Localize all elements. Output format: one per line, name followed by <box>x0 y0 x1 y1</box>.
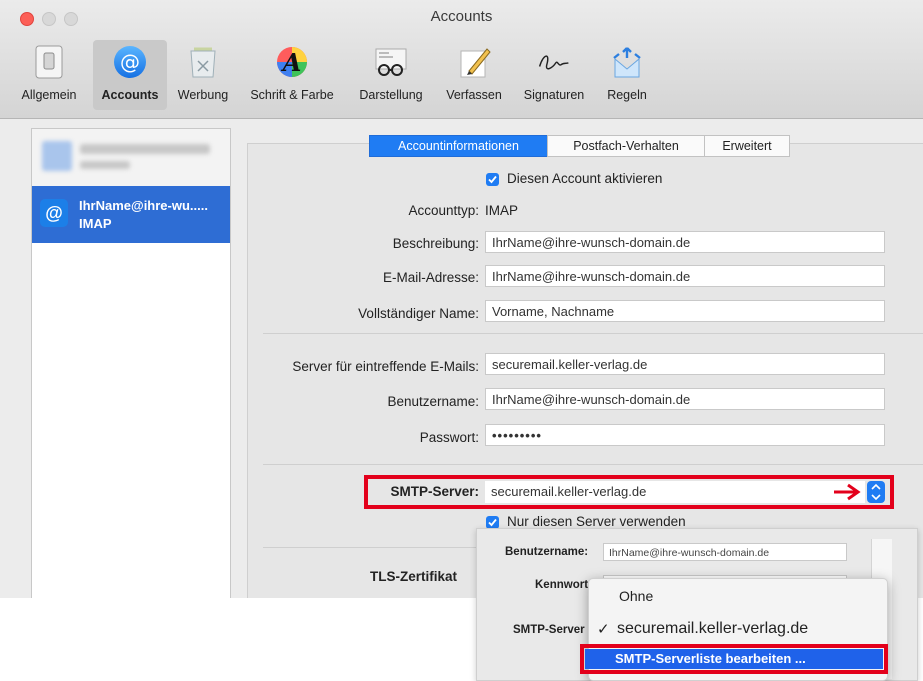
menu-item-ohne[interactable]: Ohne <box>589 588 887 604</box>
toolbar-item-werbung[interactable]: Werbung <box>168 40 238 110</box>
tab-erweitert[interactable]: Erweitert <box>704 135 790 157</box>
divider <box>263 333 923 334</box>
title-bar: Accounts Allgemein @ Accounts Werbung A … <box>0 0 923 119</box>
toolbar-label: Schrift & Farbe <box>250 88 334 102</box>
toolbar-item-schrift-farbe[interactable]: A Schrift & Farbe <box>240 40 344 110</box>
menu-highlight-box <box>580 644 888 674</box>
tls-certificate-label: TLS-Zertifikat <box>370 569 458 584</box>
smtp-server-select[interactable]: securemail.keller-verlag.de <box>485 481 865 503</box>
only-this-server-label: Nur diesen Server verwenden <box>507 514 686 529</box>
account-type: IMAP <box>79 216 112 231</box>
menu-item-label: securemail.keller-verlag.de <box>617 620 809 637</box>
smtp-popup-stepper[interactable] <box>867 481 885 503</box>
smtp-server-label: SMTP-Server: <box>390 484 479 499</box>
toolbar-item-darstellung[interactable]: Darstellung <box>346 40 436 110</box>
at-sign-icon: @ <box>112 44 148 80</box>
popup-smtp-label: SMTP-Server <box>513 624 585 636</box>
at-sign-icon: @ <box>40 199 68 227</box>
window-title: Accounts <box>430 8 493 25</box>
full-name-label: Vollständiger Name: <box>358 306 479 321</box>
popup-password-label: Kennwort <box>535 579 589 591</box>
username-label: Benutzername: <box>387 394 479 409</box>
toolbar-label: Allgemein <box>21 88 77 102</box>
toolbar-label: Werbung <box>177 88 229 102</box>
password-label: Passwort: <box>419 430 479 445</box>
svg-text:@: @ <box>120 50 140 74</box>
enable-account-label: Diesen Account aktivieren <box>507 171 663 186</box>
toolbar-label: Regeln <box>607 88 647 102</box>
preferences-window: Accounts Allgemein @ Accounts Werbung A … <box>0 0 923 598</box>
tab-postfach-verhalten[interactable]: Postfach-Verhalten <box>547 135 705 157</box>
popup-username-label: Benutzername: <box>505 546 589 558</box>
password-field[interactable]: ••••••••• <box>485 424 885 446</box>
menu-item-securemail[interactable]: ✓ securemail.keller-verlag.de <box>589 620 887 638</box>
description-field[interactable]: IhrName@ihre-wunsch-domain.de <box>485 231 885 253</box>
switch-icon <box>31 44 67 80</box>
account-name: IhrName@ihre-wu..... <box>79 198 208 213</box>
chevron-updown-icon <box>871 483 881 501</box>
account-row-blurred[interactable] <box>32 129 230 186</box>
description-label: Beschreibung: <box>392 236 479 251</box>
font-color-icon: A <box>274 44 310 80</box>
toolbar-label: Signaturen <box>523 88 585 102</box>
full-name-field[interactable]: Vorname, Nachname <box>485 300 885 322</box>
username-field[interactable]: IhrName@ihre-wunsch-domain.de <box>485 388 885 410</box>
checkmark-icon: ✓ <box>597 621 610 638</box>
toolbar-label: Darstellung <box>359 88 423 102</box>
account-list: @ IhrName@ihre-wu..... IMAP <box>31 128 231 598</box>
incoming-server-field[interactable]: securemail.keller-verlag.de <box>485 353 885 375</box>
toolbar-label: Accounts <box>101 88 159 102</box>
toolbar-item-accounts[interactable]: @ Accounts <box>93 40 167 110</box>
toolbar-item-verfassen[interactable]: Verfassen <box>438 40 510 110</box>
email-field[interactable]: IhrName@ihre-wunsch-domain.de <box>485 265 885 287</box>
toolbar-item-allgemein[interactable]: Allgemein <box>15 40 83 110</box>
svg-text:A: A <box>281 48 302 77</box>
toolbar-label: Verfassen <box>446 88 502 102</box>
divider <box>263 547 478 548</box>
signature-icon <box>536 44 572 80</box>
toolbar-item-signaturen[interactable]: Signaturen <box>512 40 596 110</box>
enable-account-checkbox[interactable] <box>486 173 499 186</box>
toolbar-item-regeln[interactable]: Regeln <box>596 40 658 110</box>
pencil-icon <box>456 44 492 80</box>
rules-icon <box>609 44 645 80</box>
trash-icon <box>185 44 221 80</box>
email-label: E-Mail-Adresse: <box>382 270 479 285</box>
tab-accountinformationen[interactable]: Accountinformationen <box>369 135 548 157</box>
account-type-label: Accounttyp: <box>408 203 479 218</box>
incoming-server-label: Server für eintreffende E-Mails: <box>292 359 479 374</box>
popup-username-field[interactable]: IhrName@ihre-wunsch-domain.de <box>603 543 847 561</box>
account-row-selected[interactable]: @ IhrName@ihre-wu..... IMAP <box>32 186 230 243</box>
arrow-right-icon <box>834 483 861 501</box>
glasses-icon <box>373 44 409 80</box>
account-type-value: IMAP <box>485 203 519 218</box>
divider <box>263 464 923 465</box>
